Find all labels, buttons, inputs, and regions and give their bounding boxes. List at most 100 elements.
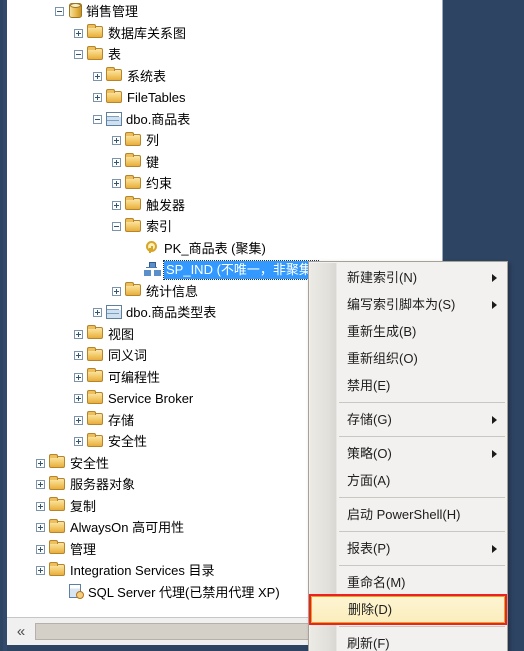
menu-item-label: 重新组织(O) xyxy=(347,351,418,366)
tree-node-label: 复制 xyxy=(70,498,97,514)
expand-icon[interactable] xyxy=(74,415,83,425)
menu-item-reorganize[interactable]: 重新组织(O) xyxy=(309,345,507,372)
expand-icon[interactable] xyxy=(36,480,45,490)
expand-icon[interactable] xyxy=(112,157,121,167)
menu-item-rebuild[interactable]: 重新生成(B) xyxy=(309,318,507,345)
folder-icon xyxy=(125,196,141,211)
folder-icon xyxy=(87,389,103,404)
folder-icon xyxy=(87,24,103,39)
tree-node-label: 安全性 xyxy=(70,455,110,471)
expand-icon[interactable] xyxy=(74,437,83,447)
expand-icon[interactable] xyxy=(74,329,83,339)
tree-node-tables[interactable]: 表 xyxy=(7,43,442,65)
menu-item-new-index[interactable]: 新建索引(N) xyxy=(309,264,507,291)
tree-node-keys[interactable]: 键 xyxy=(7,151,442,173)
tree-node-constraints[interactable]: 约束 xyxy=(7,172,442,194)
scroll-left-icon[interactable]: « xyxy=(7,619,35,645)
collapse-icon[interactable] xyxy=(55,7,64,17)
expand-icon[interactable] xyxy=(74,372,83,382)
menu-item-label: 报表(P) xyxy=(347,541,391,556)
expand-icon[interactable] xyxy=(93,308,102,318)
submenu-arrow-icon xyxy=(492,300,497,309)
expand-icon[interactable] xyxy=(112,286,121,296)
folder-icon xyxy=(87,325,103,340)
menu-item-reports[interactable]: 报表(P) xyxy=(309,535,507,562)
menu-item-start-powershell[interactable]: 启动 PowerShell(H) xyxy=(309,501,507,528)
folder-icon xyxy=(106,88,122,103)
expand-icon[interactable] xyxy=(36,458,45,468)
tree-node-dbo-product-table[interactable]: dbo.商品表 xyxy=(7,108,442,130)
tree-node-triggers[interactable]: 触发器 xyxy=(7,194,442,216)
collapse-icon[interactable] xyxy=(74,50,83,60)
expand-icon[interactable] xyxy=(112,200,121,210)
folder-icon xyxy=(125,174,141,189)
folder-icon xyxy=(49,475,65,490)
menu-item-label: 新建索引(N) xyxy=(347,270,418,285)
expand-icon[interactable] xyxy=(36,523,45,533)
tree-node-label: 视图 xyxy=(108,326,135,342)
menu-item-rename[interactable]: 重命名(M) xyxy=(309,569,507,596)
tree-node-db-diagrams[interactable]: 数据库关系图 xyxy=(7,22,442,44)
tree-node-system-tables[interactable]: 系统表 xyxy=(7,65,442,87)
submenu-arrow-icon xyxy=(492,449,497,458)
table-icon xyxy=(106,305,122,320)
menu-item-label: 禁用(E) xyxy=(347,378,391,393)
tree-node-label: dbo.商品类型表 xyxy=(126,304,217,320)
index-context-menu[interactable]: 新建索引(N) 编写索引脚本为(S) 重新生成(B) 重新组织(O) 禁用(E) 存储(G… xyxy=(308,261,508,651)
tree-node-label: AlwaysOn 高可用性 xyxy=(70,519,185,535)
tree-node-spacer xyxy=(131,244,140,253)
tree-node-pk-index[interactable]: PK_商品表 (聚集) xyxy=(7,237,442,259)
expand-icon[interactable] xyxy=(93,93,102,103)
tree-node-label: FileTables xyxy=(127,89,186,105)
tree-node-columns[interactable]: 列 xyxy=(7,129,442,151)
collapse-icon[interactable] xyxy=(112,222,121,232)
index-icon xyxy=(144,262,159,275)
collapse-icon[interactable] xyxy=(93,114,102,124)
menu-item-delete[interactable]: 删除(D) xyxy=(311,596,505,623)
menu-separator xyxy=(339,402,505,403)
expand-icon[interactable] xyxy=(112,136,121,146)
expand-icon[interactable] xyxy=(74,28,83,38)
submenu-arrow-icon xyxy=(492,544,497,553)
tree-node-db-sales[interactable]: 销售管理 xyxy=(7,0,442,22)
expand-icon[interactable] xyxy=(36,501,45,511)
menu-item-label: 重命名(M) xyxy=(347,575,406,590)
tree-node-file-tables[interactable]: FileTables xyxy=(7,86,442,108)
tree-node-label: 管理 xyxy=(70,541,97,557)
submenu-arrow-icon xyxy=(492,415,497,424)
tree-node-label: 存储 xyxy=(108,412,135,428)
menu-item-label: 存储(G) xyxy=(347,412,392,427)
folder-icon xyxy=(87,346,103,361)
tree-node-label: 系统表 xyxy=(127,68,167,84)
menu-item-facets[interactable]: 方面(A) xyxy=(309,467,507,494)
folder-icon xyxy=(87,368,103,383)
folder-icon xyxy=(87,411,103,426)
menu-separator xyxy=(339,497,505,498)
expand-icon[interactable] xyxy=(36,566,45,576)
menu-item-label: 方面(A) xyxy=(347,473,391,488)
menu-item-storage[interactable]: 存储(G) xyxy=(309,406,507,433)
menu-item-refresh[interactable]: 刷新(F) xyxy=(309,630,507,651)
tree-node-label: SP_IND (不唯一，非聚集) xyxy=(162,259,320,280)
menu-item-policies[interactable]: 策略(O) xyxy=(309,440,507,467)
tree-node-label: 索引 xyxy=(146,218,173,234)
tree-node-label: 统计信息 xyxy=(146,283,199,299)
expand-icon[interactable] xyxy=(74,394,83,404)
menu-separator xyxy=(339,626,505,627)
expand-icon[interactable] xyxy=(74,351,83,361)
expand-icon[interactable] xyxy=(93,71,102,81)
folder-icon xyxy=(125,153,141,168)
menu-item-label: 重新生成(B) xyxy=(347,324,417,339)
menu-item-label: 删除(D) xyxy=(348,602,393,617)
menu-item-script-index-as[interactable]: 编写索引脚本为(S) xyxy=(309,291,507,318)
tree-node-label: 触发器 xyxy=(146,197,186,213)
folder-icon xyxy=(125,282,141,297)
folder-icon xyxy=(49,561,65,576)
menu-item-disable[interactable]: 禁用(E) xyxy=(309,372,507,399)
tree-node-spacer xyxy=(131,265,140,274)
tree-node-label: 列 xyxy=(146,132,160,148)
tree-node-indexes[interactable]: 索引 xyxy=(7,215,442,237)
expand-icon[interactable] xyxy=(112,179,121,189)
left-navy-strip xyxy=(0,0,7,651)
expand-icon[interactable] xyxy=(36,544,45,554)
